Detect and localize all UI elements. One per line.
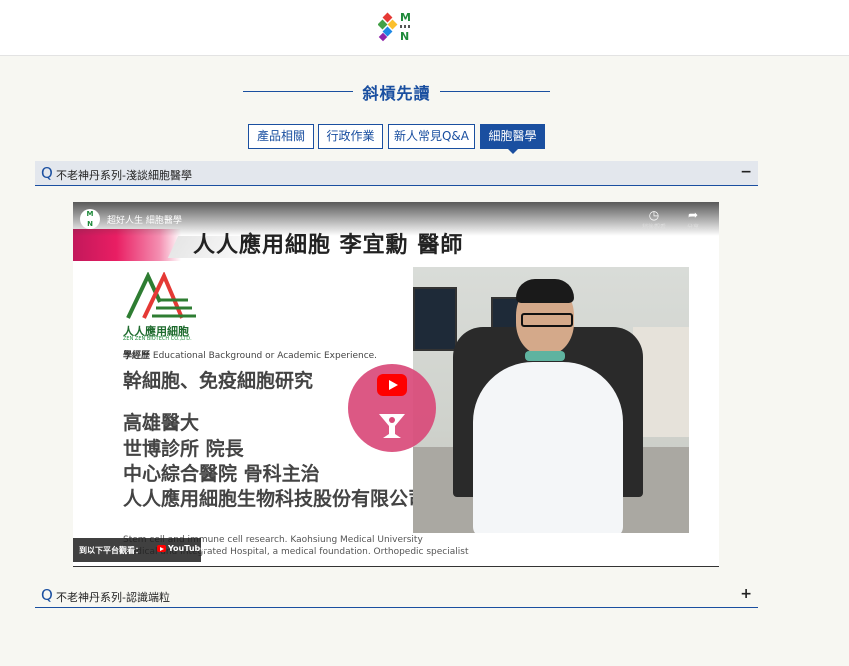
clock-icon: ◷ [648, 208, 660, 222]
logo-dots [400, 25, 412, 28]
company-logo-icon [126, 272, 196, 319]
youtube-embed[interactable]: 人人應用細胞 李宜勳 醫師 M N 超好人生 細胞醫學 ◷ 稍後觀看 ➦ 分享 … [73, 202, 719, 567]
share-icon: ➦ [687, 208, 699, 222]
heading-line-right [440, 91, 550, 92]
education-label-en: Educational Background or Academic Exper… [152, 351, 378, 361]
cv-line: 世博診所 院長 [123, 438, 244, 460]
channel-avatar[interactable]: M N [80, 209, 100, 229]
faq-item-header[interactable]: Q 不老神丹系列-認識端粒 + [35, 583, 758, 608]
photo-coat [473, 362, 623, 533]
tab-admin[interactable]: 行政作業 [318, 124, 383, 149]
doctor-photo [413, 267, 689, 533]
cup-icon [379, 414, 405, 438]
photo-hair [516, 279, 574, 303]
section-heading: 斜槓先讀 [243, 80, 550, 104]
photo-monitor [413, 287, 457, 351]
faq-item-header[interactable]: Q 不老神丹系列-淺談細胞醫學 − [35, 161, 758, 186]
top-bar: M N [0, 0, 849, 56]
company-subtitle: ZEN ZEN BIOTECH CO.,LTD. [123, 336, 192, 342]
cv-line: 高雄醫大 [123, 412, 200, 434]
question-mark: Q [41, 586, 53, 604]
photo-glasses [521, 313, 573, 327]
cv-line: 中心綜合醫院 骨科主治 [123, 463, 320, 485]
page-title: 斜槓先讀 [362, 84, 431, 103]
heading-line-left [243, 91, 353, 92]
research-line: 幹細胞、免疫細胞研究 [123, 370, 314, 392]
tab-products[interactable]: 產品相關 [248, 124, 314, 149]
collapse-icon[interactable]: − [740, 164, 752, 180]
faq-item-title: 不老神丹系列-認識端粒 [56, 591, 170, 604]
avatar-letter-m: M [86, 210, 94, 218]
watch-on-youtube[interactable]: 到以下平台觀看： YouTube [73, 538, 206, 562]
faq-item-title: 不老神丹系列-淺談細胞醫學 [56, 169, 192, 182]
watch-later-button[interactable]: ◷ 稍後觀看 [641, 208, 667, 231]
video-top-bar: M N 超好人生 細胞醫學 ◷ 稍後觀看 ➦ 分享 [73, 202, 719, 236]
education-label: 學經歷 Educational Background or Academic E… [123, 348, 377, 361]
video-title[interactable]: 超好人生 細胞醫學 [107, 213, 182, 226]
education-label-zh: 學經歷 [123, 351, 151, 361]
youtube-icon [157, 545, 166, 552]
expand-icon[interactable]: + [740, 586, 752, 602]
share-label: 分享 [686, 224, 699, 231]
site-logo[interactable]: M N [378, 10, 414, 44]
watch-on-label: 到以下平台觀看： [79, 546, 143, 555]
youtube-wordmark: YouTube [168, 544, 206, 553]
logo-letter-m: M [400, 11, 411, 24]
question-mark: Q [41, 164, 53, 182]
logo-letter-n: N [400, 30, 410, 43]
share-button[interactable]: ➦ 分享 [680, 208, 706, 231]
tab-cell-medicine[interactable]: 細胞醫學 [480, 124, 545, 154]
watch-later-label: 稍後觀看 [641, 224, 666, 231]
tab-newbie-qa[interactable]: 新人常見Q&A [388, 124, 475, 149]
logo-mark-icon [378, 12, 398, 42]
photo-mask [525, 351, 565, 361]
avatar-letter-n: N [87, 220, 93, 228]
play-button-icon[interactable] [377, 374, 407, 396]
